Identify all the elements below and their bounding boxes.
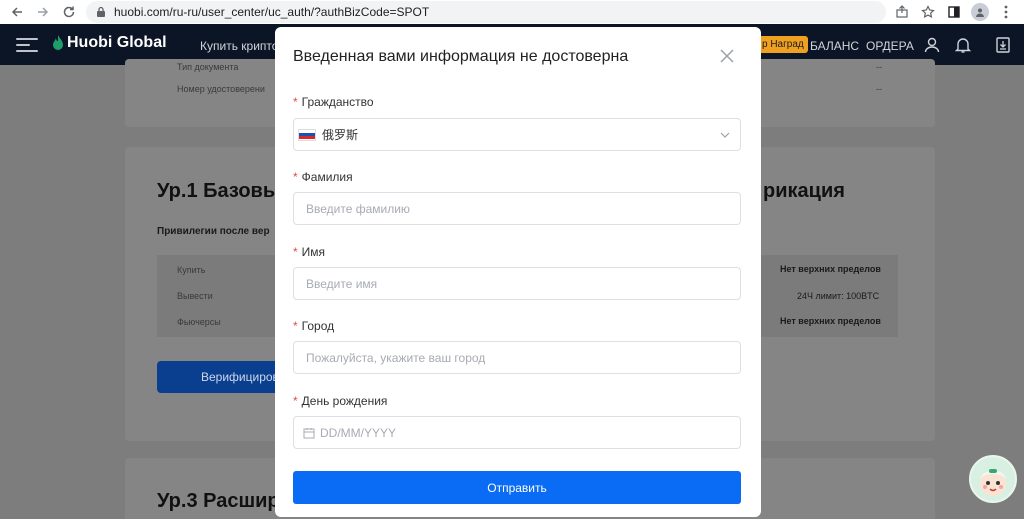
mascot-icon[interactable] bbox=[969, 455, 1017, 503]
birthday-placeholder[interactable]: DD/MM/YYYY bbox=[320, 426, 396, 440]
level1-title-right: рикация bbox=[763, 180, 845, 202]
level3-title: Ур.3 Расшире bbox=[157, 490, 291, 512]
name-label-text: Имя bbox=[301, 245, 326, 259]
city-label: * Город bbox=[293, 319, 334, 333]
citizenship-label: * Гражданство bbox=[293, 95, 374, 109]
citizenship-select[interactable]: 俄罗斯 bbox=[293, 118, 741, 151]
row-withdraw-label: Вывести bbox=[177, 291, 213, 301]
doc-type-label: Тип документа bbox=[177, 62, 239, 72]
citizenship-value: 俄罗斯 bbox=[322, 128, 359, 142]
browser-toolbar: huobi.com/ru-ru/user_center/uc_auth/?aut… bbox=[0, 0, 1024, 24]
required-mark: * bbox=[293, 394, 298, 408]
back-icon[interactable] bbox=[6, 1, 28, 23]
nav-orders[interactable]: ОРДЕРА bbox=[866, 39, 914, 53]
huobi-logo[interactable]: Huobi Global bbox=[52, 34, 167, 52]
close-icon[interactable] bbox=[719, 48, 735, 64]
download-icon[interactable] bbox=[994, 36, 1012, 54]
chevron-down-icon[interactable] bbox=[720, 130, 730, 140]
submit-button[interactable]: Отправить bbox=[293, 471, 741, 504]
required-mark: * bbox=[293, 95, 298, 109]
name-placeholder[interactable]: Введите имя bbox=[306, 277, 377, 291]
surname-placeholder[interactable]: Введите фамилию bbox=[306, 202, 410, 216]
birthday-field[interactable]: DD/MM/YYYY bbox=[293, 416, 741, 449]
lock-icon[interactable] bbox=[94, 5, 108, 19]
huobi-flame-icon bbox=[53, 35, 63, 50]
verify-button[interactable]: Верифициров bbox=[157, 361, 287, 393]
row-futures-label: Фьючерсы bbox=[177, 317, 221, 327]
required-mark: * bbox=[293, 319, 298, 333]
city-placeholder[interactable]: Пожалуйста, укажите ваш город bbox=[306, 351, 485, 365]
sidepanel-icon[interactable] bbox=[944, 2, 964, 22]
id-number-label: Номер удостоверени bbox=[177, 84, 265, 94]
row-buy-label: Купить bbox=[177, 265, 206, 275]
modal-title: Введенная вами информация не достоверна bbox=[293, 48, 629, 65]
nav-balance[interactable]: БАЛАНС bbox=[810, 39, 859, 53]
row-buy-value: Нет верхних пределов bbox=[780, 264, 881, 274]
menu-icon[interactable] bbox=[16, 38, 38, 52]
bell-icon[interactable] bbox=[954, 36, 972, 54]
birthday-label: * День рождения bbox=[293, 394, 387, 408]
city-field[interactable]: Пожалуйста, укажите ваш город bbox=[293, 341, 741, 374]
kebab-icon[interactable] bbox=[996, 2, 1016, 22]
user-icon[interactable] bbox=[923, 36, 941, 54]
surname-label: * Фамилия bbox=[293, 170, 353, 184]
birthday-label-text: День рождения bbox=[301, 394, 388, 408]
surname-field[interactable]: Введите фамилию bbox=[293, 192, 741, 225]
row-futures-value: Нет верхних пределов bbox=[780, 316, 881, 326]
reload-icon[interactable] bbox=[58, 1, 80, 23]
id-number-value: -- bbox=[876, 84, 882, 94]
row-withdraw-value: 24Ч лимит: 100BTC bbox=[797, 291, 880, 301]
russia-flag-icon bbox=[298, 128, 316, 141]
level1-title: Ур.1 Базовые bbox=[157, 180, 292, 202]
surname-label-text: Фамилия bbox=[301, 170, 353, 184]
forward-icon[interactable] bbox=[32, 1, 54, 23]
city-label-text: Город bbox=[301, 319, 335, 333]
logo-text: Huobi Global bbox=[67, 34, 167, 51]
verification-modal: Введенная вами информация не достоверна … bbox=[275, 27, 761, 517]
calendar-icon bbox=[303, 427, 315, 438]
nav-buy-crypto[interactable]: Купить крипто bbox=[200, 39, 278, 53]
reward-badge[interactable]: р Наград bbox=[758, 36, 808, 53]
doc-type-value: -- bbox=[876, 62, 882, 72]
required-mark: * bbox=[293, 245, 298, 259]
citizenship-label-text: Гражданство bbox=[301, 95, 374, 109]
address-bar[interactable]: huobi.com/ru-ru/user_center/uc_auth/?aut… bbox=[86, 1, 886, 23]
name-label: * Имя bbox=[293, 245, 325, 259]
star-icon[interactable] bbox=[918, 2, 938, 22]
profile-icon[interactable] bbox=[970, 2, 990, 22]
required-mark: * bbox=[293, 170, 298, 184]
privileges-label: Привилегии после вер bbox=[157, 226, 270, 237]
name-field[interactable]: Введите имя bbox=[293, 267, 741, 300]
url-text[interactable]: huobi.com/ru-ru/user_center/uc_auth/?aut… bbox=[114, 5, 429, 19]
share-icon[interactable] bbox=[892, 2, 912, 22]
